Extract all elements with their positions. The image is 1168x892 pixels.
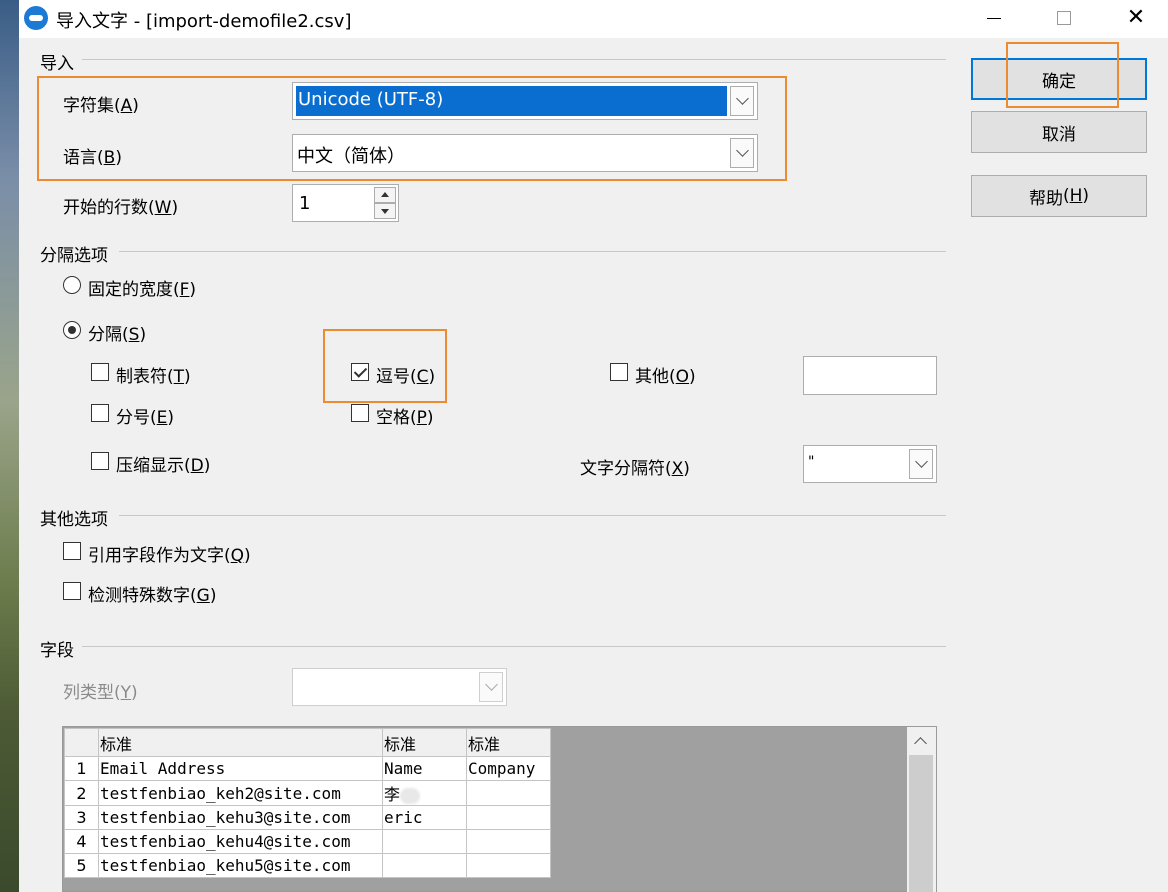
table-cell xyxy=(382,853,467,878)
tab-checkbox[interactable] xyxy=(91,363,109,381)
semicolon-label: 分号(E) xyxy=(116,408,175,428)
desktop-background xyxy=(0,0,19,892)
minimize-icon xyxy=(987,17,1001,19)
table-cell xyxy=(382,829,467,854)
table-row: 5 testfenbiao_kehu5@site.com xyxy=(64,853,551,878)
data-preview[interactable]: 标准 标准 标准 1 Email Address Name Company 2 … xyxy=(62,726,937,892)
text-delimiter-value: " xyxy=(808,454,815,470)
arrow-down-icon xyxy=(381,209,389,214)
table-corner xyxy=(64,728,99,757)
other-checkbox[interactable] xyxy=(610,363,628,381)
quoted-as-text-checkbox[interactable] xyxy=(63,542,81,560)
row-number: 4 xyxy=(64,829,99,854)
text-delimiter-label: 文字分隔符(X) xyxy=(580,459,690,479)
close-button[interactable]: ✕ xyxy=(1112,0,1160,36)
table-cell: 李 xyxy=(382,780,467,806)
highlight-box xyxy=(323,329,447,403)
section-divider xyxy=(119,251,946,252)
table-cell xyxy=(466,805,551,830)
column-header[interactable]: 标准 xyxy=(98,728,383,757)
redacted-text xyxy=(400,787,421,804)
text-delimiter-select[interactable]: " xyxy=(803,445,937,483)
vertical-scrollbar[interactable] xyxy=(907,727,936,892)
maximize-button[interactable] xyxy=(1040,0,1088,36)
section-divider xyxy=(119,515,946,516)
table-cell-text: 李 xyxy=(384,785,401,804)
merge-delimiters-checkbox[interactable] xyxy=(91,452,109,470)
import-section-title: 导入 xyxy=(40,54,74,74)
other-separator-input[interactable] xyxy=(803,356,937,395)
fixed-width-label: 固定的宽度(F) xyxy=(88,280,197,300)
space-label: 空格(P) xyxy=(376,408,434,428)
close-icon: ✕ xyxy=(1126,5,1146,30)
help-button-key: H xyxy=(1069,186,1083,206)
table-row: 3 testfenbiao_kehu3@site.com eric xyxy=(64,805,551,830)
merge-delimiters-label: 压缩显示(D) xyxy=(116,456,211,476)
column-header[interactable]: 标准 xyxy=(382,728,467,757)
table-cell xyxy=(466,853,551,878)
table-row: 1 Email Address Name Company xyxy=(64,756,551,781)
chevron-down-icon[interactable] xyxy=(479,672,503,702)
arrow-up-icon xyxy=(381,192,389,197)
separator-section-title: 分隔选项 xyxy=(40,246,108,266)
tab-label: 制表符(T) xyxy=(116,367,191,387)
column-header[interactable]: 标准 xyxy=(466,728,551,757)
minimize-button[interactable] xyxy=(970,0,1018,36)
highlight-box xyxy=(1006,42,1119,108)
table-cell: eric xyxy=(382,805,467,830)
cancel-button[interactable]: 取消 xyxy=(971,111,1147,153)
fixed-width-radio[interactable] xyxy=(63,276,81,294)
row-number: 3 xyxy=(64,805,99,830)
table-header-row: 标准 标准 标准 xyxy=(64,728,551,757)
preview-table: 标准 标准 标准 1 Email Address Name Company 2 … xyxy=(64,728,551,878)
space-checkbox[interactable] xyxy=(351,404,369,422)
table-cell: Company xyxy=(466,756,551,781)
row-number: 2 xyxy=(64,780,99,806)
table-cell: testfenbiao_kehu3@site.com xyxy=(98,805,383,830)
table-cell: Email Address xyxy=(98,756,383,781)
table-cell: Name xyxy=(382,756,467,781)
highlight-box xyxy=(37,76,787,181)
window-title: 导入文字 - [import-demofile2.csv] xyxy=(56,11,352,32)
start-row-label: 开始的行数(W) xyxy=(63,198,179,218)
table-cell: testfenbiao_keh2@site.com xyxy=(98,780,383,806)
spin-up-button[interactable] xyxy=(374,187,396,203)
section-divider xyxy=(82,59,946,60)
other-options-title: 其他选项 xyxy=(40,510,108,530)
quoted-as-text-label: 引用字段作为文字(Q) xyxy=(88,546,251,566)
fields-section-title: 字段 xyxy=(40,641,74,661)
column-type-select[interactable] xyxy=(292,668,507,706)
app-logo-icon xyxy=(24,6,48,30)
row-number: 5 xyxy=(64,853,99,878)
table-row: 2 testfenbiao_keh2@site.com 李 xyxy=(64,780,551,806)
scrollbar-thumb[interactable] xyxy=(909,755,933,892)
detect-special-numbers-checkbox[interactable] xyxy=(63,582,81,600)
other-label: 其他(O) xyxy=(635,367,696,387)
column-type-label: 列类型(Y) xyxy=(63,683,138,703)
help-button[interactable]: 帮助(H) xyxy=(971,175,1147,217)
row-number: 1 xyxy=(64,756,99,781)
table-row: 4 testfenbiao_kehu4@site.com xyxy=(64,829,551,854)
table-cell xyxy=(466,829,551,854)
chevron-down-icon[interactable] xyxy=(909,449,933,479)
start-row-value: 1 xyxy=(299,193,311,214)
table-cell: testfenbiao_kehu4@site.com xyxy=(98,829,383,854)
chevron-up-icon[interactable] xyxy=(914,737,927,750)
semicolon-checkbox[interactable] xyxy=(91,404,109,422)
section-divider xyxy=(82,646,946,647)
help-button-label: 帮助 xyxy=(1028,188,1063,209)
detect-special-numbers-label: 检测特殊数字(G) xyxy=(88,586,217,606)
table-cell: testfenbiao_kehu5@site.com xyxy=(98,853,383,878)
table-cell xyxy=(466,780,551,806)
start-row-spinner[interactable]: 1 xyxy=(292,184,399,222)
separated-radio[interactable] xyxy=(63,321,81,339)
separated-label: 分隔(S) xyxy=(88,325,147,345)
maximize-icon xyxy=(1057,11,1071,25)
spin-down-button[interactable] xyxy=(374,203,396,219)
